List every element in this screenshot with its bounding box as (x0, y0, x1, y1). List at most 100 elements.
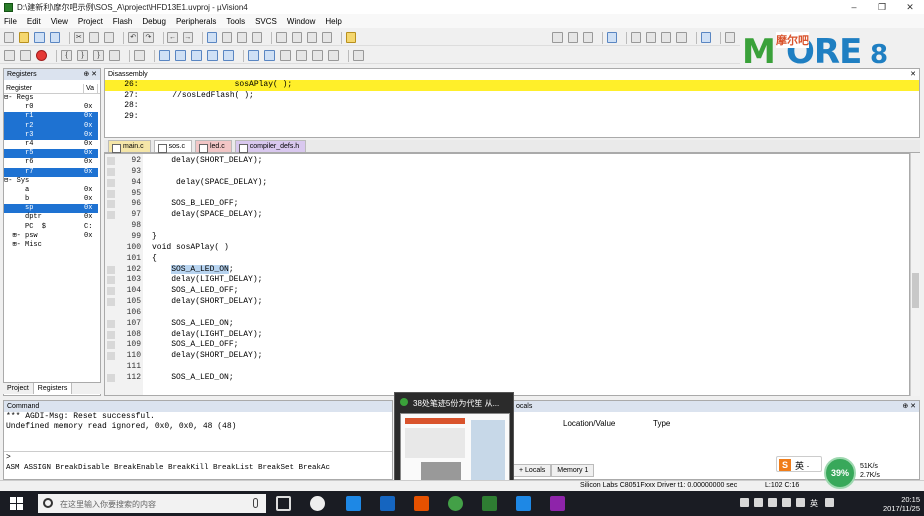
reset-cpu-icon[interactable] (4, 50, 15, 61)
configure-icon[interactable] (582, 32, 593, 43)
column-type[interactable]: Type (653, 419, 670, 428)
taskbar-preview-popup[interactable]: 38处笔迹5份为代笙 从... (394, 392, 514, 490)
register-row[interactable]: r3 0x (4, 130, 100, 140)
pin-icon[interactable]: ⊕ ✕ (83, 69, 100, 80)
target-dropdown-icon[interactable] (552, 32, 563, 43)
register-row[interactable]: ⊟- Regs (4, 94, 100, 103)
register-row[interactable]: ⊞- Misc (4, 241, 100, 250)
register-row[interactable]: ⊞- psw 0x (4, 232, 100, 241)
trace-window-icon[interactable] (312, 50, 323, 61)
bookmark-next-icon[interactable] (237, 32, 248, 43)
menu-peripherals[interactable]: Peripherals (176, 17, 216, 26)
tray-icon[interactable] (740, 498, 749, 507)
register-row[interactable]: r2 0x (4, 121, 100, 131)
run-to-cursor-icon[interactable] (109, 50, 120, 61)
toolbox-icon[interactable] (353, 50, 364, 61)
register-row[interactable]: r6 0x (4, 158, 100, 167)
tab-memory-1[interactable]: Memory 1 (551, 464, 595, 477)
save-all-icon[interactable] (49, 32, 60, 43)
column-value[interactable]: Va (84, 84, 98, 93)
debug-start-icon[interactable] (606, 32, 617, 43)
register-row[interactable]: PC $ C: (4, 223, 100, 232)
code-editor[interactable]: 92 93 94 95 96 97 98 99 100 101 102 103 104 105 106 107… (104, 153, 910, 396)
maximize-button[interactable]: ❐ (868, 0, 896, 14)
column-register[interactable]: Register (4, 84, 84, 93)
column-location-value[interactable]: Location/Value (563, 419, 615, 428)
uncomment-icon[interactable] (321, 32, 333, 43)
register-row[interactable]: r4 0x (4, 140, 100, 149)
taskbar-search-input[interactable]: 在这里输入你要搜索的内容 (38, 494, 266, 513)
store-icon[interactable] (516, 496, 531, 511)
register-row[interactable]: sp 0x (4, 204, 100, 214)
ime-toolbar[interactable]: S 英 · (776, 456, 822, 472)
system-viewer-icon[interactable] (328, 50, 339, 61)
comment-icon[interactable] (306, 32, 317, 43)
step-over-icon[interactable]: } (77, 50, 88, 61)
register-row[interactable]: a 0x (4, 186, 100, 195)
step-into-icon[interactable]: { (61, 50, 72, 61)
find-in-files-icon[interactable] (346, 32, 357, 43)
window-layout-icon[interactable] (700, 32, 711, 43)
uvision-icon[interactable] (380, 496, 395, 511)
breakpoint-insert-icon[interactable] (630, 32, 642, 43)
register-row[interactable]: b 0x (4, 195, 100, 204)
nav-forward-icon[interactable]: → (182, 32, 193, 43)
copy-icon[interactable] (88, 32, 100, 43)
network-gauge[interactable]: 39% (824, 457, 856, 489)
menu-svcs[interactable]: SVCS (255, 17, 277, 26)
pin-icon[interactable]: ⊕ ✕ (902, 401, 919, 412)
register-row[interactable]: ⊟- Sys (4, 177, 100, 186)
open-folder-icon[interactable] (19, 32, 30, 43)
options-icon[interactable] (567, 32, 578, 43)
menu-view[interactable]: View (51, 17, 68, 26)
symbols-window-icon[interactable] (191, 50, 202, 61)
nav-back-icon[interactable]: ← (167, 32, 178, 43)
wechat-icon[interactable] (482, 496, 497, 511)
tab-locals[interactable]: + Locals (513, 464, 552, 477)
unindent-icon[interactable] (291, 32, 302, 43)
ime-tray-icon[interactable] (825, 498, 834, 507)
serial-window-icon[interactable] (280, 50, 291, 61)
register-row[interactable]: r1 0x (4, 112, 100, 122)
microphone-icon[interactable] (253, 498, 258, 508)
watch-window-icon[interactable] (248, 50, 259, 61)
breakpoint-enable-icon[interactable] (646, 32, 657, 43)
command-input[interactable]: > (4, 451, 392, 462)
app-icon[interactable] (310, 496, 325, 511)
step-out-icon[interactable]: } (93, 50, 104, 61)
undo-icon[interactable]: ↶ (128, 32, 139, 43)
minimize-button[interactable]: – (840, 0, 868, 14)
clock[interactable]: 20:15 2017/11/25 (883, 495, 920, 513)
task-view-icon[interactable] (276, 496, 291, 511)
menu-window[interactable]: Window (287, 17, 315, 26)
menu-file[interactable]: File (4, 17, 17, 26)
scrollbar-thumb[interactable] (912, 273, 919, 308)
file-tab[interactable]: compiler_defs.h (234, 140, 307, 153)
file-tab[interactable]: led.c (194, 140, 232, 153)
disassembly-window-icon[interactable] (175, 50, 186, 61)
network-icon[interactable] (782, 498, 791, 507)
menu-debug[interactable]: Debug (142, 17, 166, 26)
show-next-statement-icon[interactable] (134, 50, 145, 61)
indent-icon[interactable] (276, 32, 287, 43)
tray-icon[interactable] (754, 498, 763, 507)
bookmark-prev-icon[interactable] (221, 32, 233, 43)
call-stack-icon[interactable] (223, 50, 234, 61)
bookmark-icon[interactable] (206, 32, 217, 43)
windows-start-icon[interactable] (10, 497, 23, 510)
menu-project[interactable]: Project (78, 17, 103, 26)
close-icon[interactable]: ✕ (910, 69, 919, 80)
bookmark-clear-icon[interactable] (252, 32, 263, 43)
app-icon[interactable] (414, 496, 429, 511)
close-button[interactable]: ✕ (896, 0, 924, 14)
save-icon[interactable] (34, 32, 45, 43)
register-row[interactable]: r7 0x (4, 167, 100, 177)
command-window-icon[interactable] (159, 50, 170, 61)
run-icon[interactable] (20, 50, 31, 61)
tab-registers[interactable]: Registers (33, 383, 73, 394)
breakpoint-kill-icon[interactable] (676, 32, 687, 43)
register-row[interactable]: dptr 0x (4, 213, 100, 222)
register-row[interactable]: r0 0x (4, 103, 100, 112)
ime-mode[interactable]: 英 · (795, 459, 810, 472)
preview-thumbnail[interactable] (400, 413, 510, 485)
